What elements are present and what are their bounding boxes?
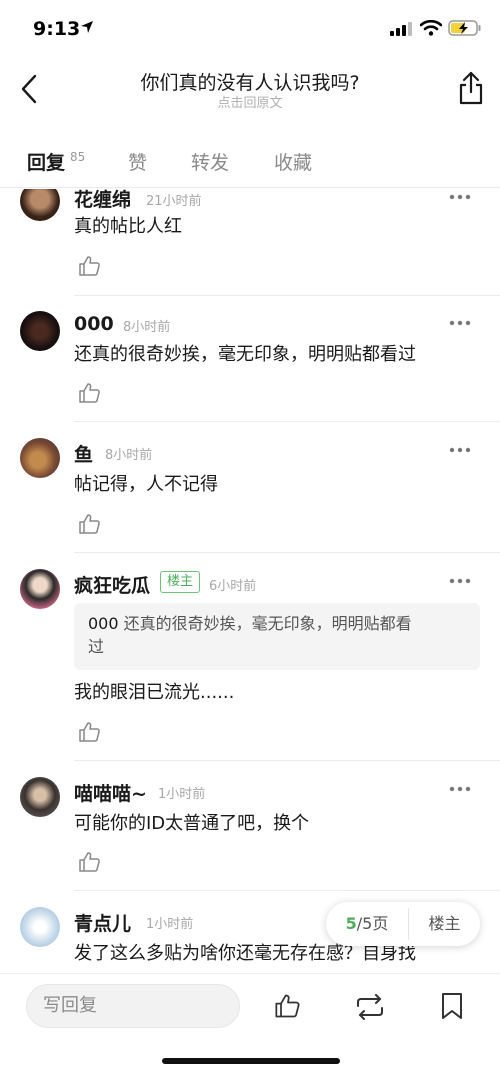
current-page: 5 [345, 914, 357, 933]
home-indicator [162, 1058, 340, 1064]
comment-username[interactable]: 青点儿 [74, 909, 131, 936]
comment-text: 还真的很奇妙挨，毫无印象，明明贴都看过 [74, 344, 416, 365]
tab-likes[interactable]: 赞 [128, 148, 147, 175]
page-navigator: 5/5页 楼主 [326, 902, 480, 946]
comment-time: 8小时前 [105, 448, 153, 463]
avatar[interactable] [20, 311, 60, 351]
avatar[interactable] [20, 189, 60, 221]
comment-text: 真的帖比人红 [74, 216, 182, 237]
location-arrow-icon [81, 21, 93, 33]
back-to-original-link[interactable]: 点击回原文 [70, 92, 430, 111]
tab-reposts[interactable]: 转发 [191, 148, 229, 175]
avatar[interactable] [20, 907, 60, 947]
comment-username[interactable]: 000 [74, 313, 114, 335]
comment-text: 可能你的ID太普通了吧，换个 [74, 813, 310, 834]
divider [74, 552, 500, 553]
like-icon[interactable] [78, 381, 102, 405]
comment-username[interactable]: 花缠绵 [74, 189, 131, 212]
comment-time: 21小时前 [146, 194, 202, 209]
comment-text: 帖记得，人不记得 [74, 474, 218, 495]
more-options-icon[interactable] [448, 577, 472, 585]
quote-text: 还真的很奇妙挨，毫无印象，明明贴都看 [123, 614, 412, 633]
avatar[interactable] [20, 569, 60, 609]
avatar[interactable] [20, 777, 60, 817]
page-indicator[interactable]: 5/5页 [326, 902, 408, 946]
comment-time: 1小时前 [158, 787, 206, 802]
tab-bar: 回复 85 赞 转发 收藏 [0, 126, 500, 188]
reply-count: 85 [70, 150, 86, 164]
battery-charging-icon [448, 20, 481, 36]
navigation-bar: 你们真的没有人认识我吗? 点击回原文 [0, 56, 500, 126]
more-options-icon[interactable] [448, 446, 472, 454]
post-title: 你们真的没有人认识我吗? [140, 72, 360, 94]
like-icon[interactable] [78, 254, 102, 278]
more-options-icon[interactable] [448, 319, 472, 327]
avatar[interactable] [20, 438, 60, 478]
comment-text: 我的眼泪已流光...... [74, 682, 235, 703]
quote-username: 000 [88, 614, 119, 633]
tab-replies[interactable]: 回复 [27, 148, 65, 175]
divider [74, 760, 500, 761]
comment-time: 6小时前 [209, 579, 257, 594]
share-icon[interactable] [456, 70, 486, 106]
divider [74, 421, 500, 422]
comment-username[interactable]: 鱼 [74, 440, 93, 467]
comment-username[interactable]: 疯狂吃瓜 [74, 571, 150, 598]
like-icon[interactable] [274, 992, 302, 1020]
bottom-action-bar: 写回复 [0, 973, 500, 1082]
like-icon[interactable] [78, 850, 102, 874]
reply-input[interactable]: 写回复 [26, 984, 240, 1028]
status-bar: 9:13 [0, 0, 500, 56]
op-only-button[interactable]: 楼主 [409, 902, 480, 946]
divider [74, 295, 500, 296]
repost-icon[interactable] [354, 994, 386, 1020]
bookmark-icon[interactable] [441, 992, 463, 1020]
op-badge: 楼主 [160, 571, 201, 593]
tab-favorites[interactable]: 收藏 [274, 148, 312, 175]
comment-time: 8小时前 [123, 320, 171, 335]
like-icon[interactable] [78, 512, 102, 536]
comment-time: 1小时前 [146, 917, 194, 932]
comment-list: 花缠绵 21小时前 真的帖比人红 000 8小时前 还真的很奇妙挨，毫无印象，明… [0, 189, 500, 973]
more-options-icon[interactable] [448, 785, 472, 793]
comment-username[interactable]: 喵喵喵~ [74, 779, 147, 806]
more-options-icon[interactable] [448, 193, 472, 201]
quote-line-2: 过 [88, 637, 105, 656]
quote-line-1: 000 还真的很奇妙挨，毫无印象，明明贴都看 [88, 612, 466, 635]
total-pages: /5页 [356, 914, 389, 933]
wifi-icon [420, 20, 442, 36]
like-icon[interactable] [78, 720, 102, 744]
divider [74, 890, 500, 891]
back-chevron-icon[interactable] [18, 72, 42, 106]
status-time: 9:13 [33, 18, 81, 40]
signal-icon [390, 22, 412, 36]
quoted-reply[interactable]: 000 还真的很奇妙挨，毫无印象，明明贴都看 过 [74, 603, 480, 670]
